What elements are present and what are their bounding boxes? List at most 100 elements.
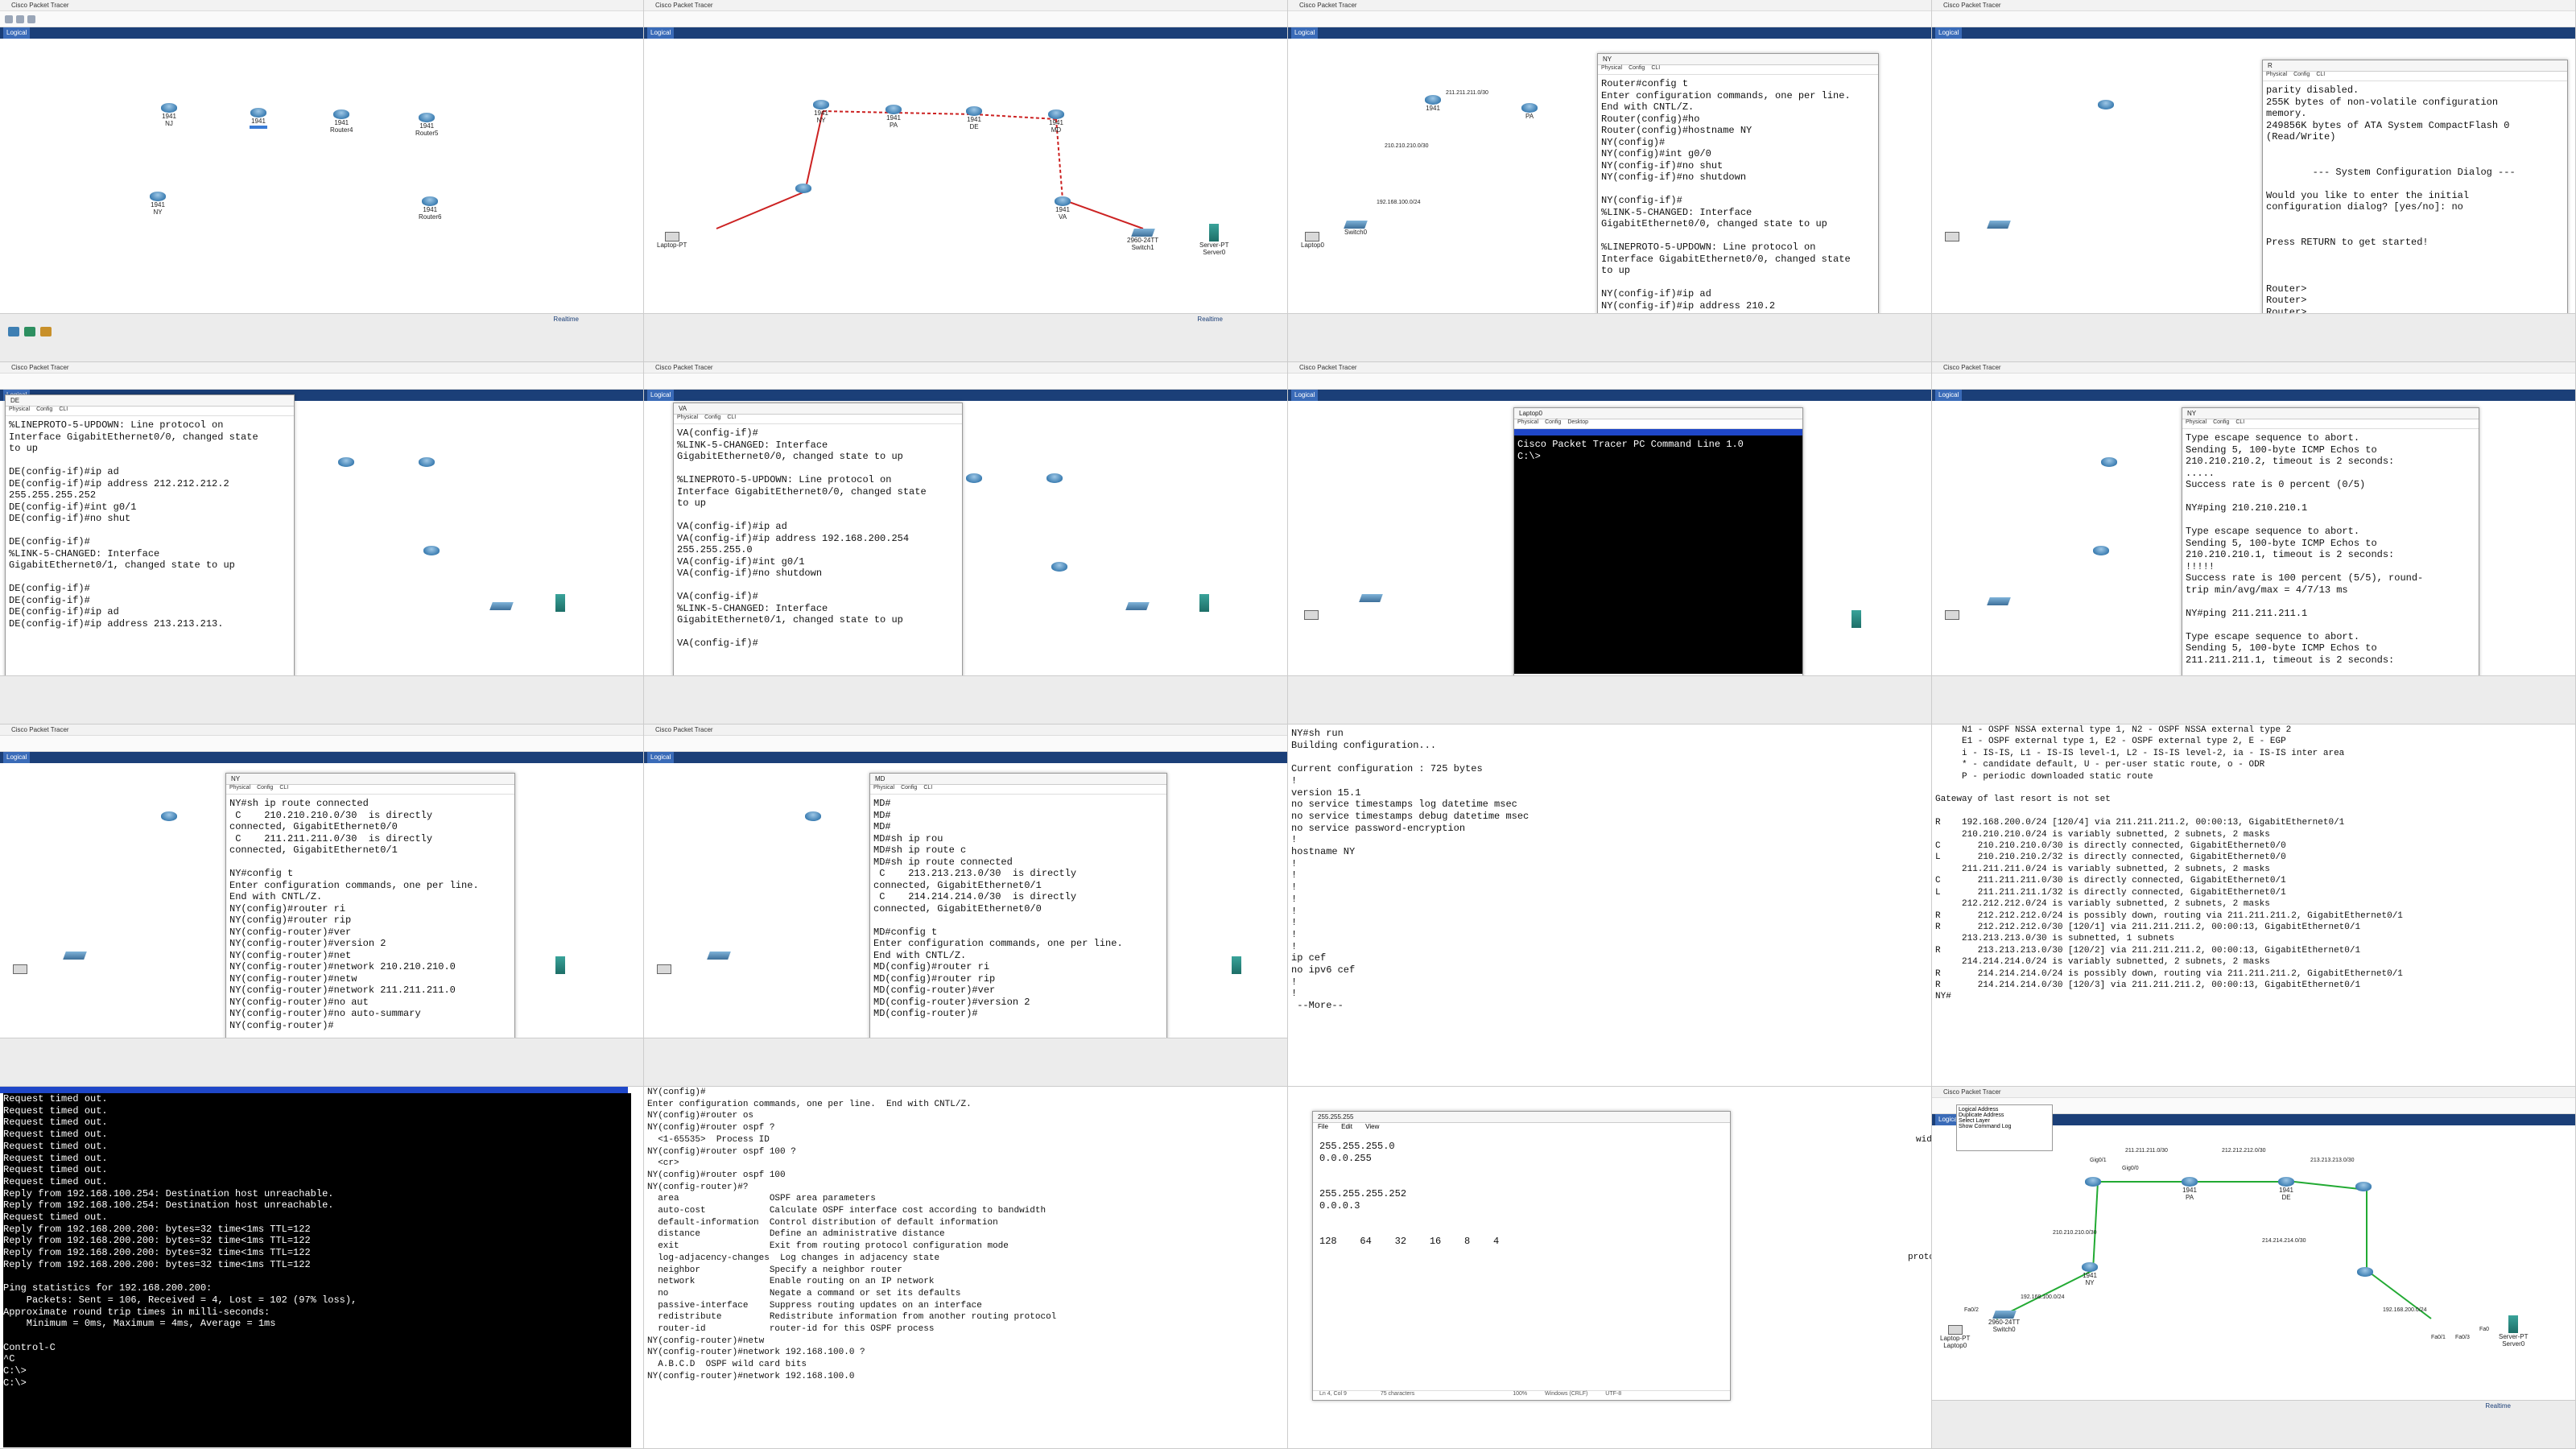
tab-cli[interactable]: CLI [923,785,932,791]
switch-node[interactable]: 2960-24TT Switch1 [1127,229,1158,251]
menu-view[interactable]: View [1365,1123,1379,1130]
router-node-de[interactable]: 1941 DE [2278,1177,2294,1201]
tab-cli[interactable]: CLI [2235,419,2244,425]
tab-config[interactable]: Config [36,407,52,412]
switch-node[interactable] [1987,221,2011,229]
tab-config[interactable]: Config [1629,65,1645,71]
router-node-ny[interactable]: 1941 NY [2082,1262,2098,1286]
router-node[interactable] [1046,473,1063,483]
router-node[interactable] [419,457,435,467]
tab-logical[interactable]: Logical [647,390,675,401]
tab-physical[interactable]: Physical [873,785,894,791]
router-cli-window[interactable]: R Physical Config CLI parity disabled. 255… [2262,60,2568,349]
router-node[interactable] [2101,457,2117,467]
router-node[interactable] [423,546,440,555]
switch-node[interactable] [489,602,514,610]
options-dropdown-menu[interactable]: Logical Address Duplicate Address Select… [1956,1104,2053,1151]
router-node[interactable]: 1941 NY [150,192,166,216]
realtime-label[interactable]: Realtime [2485,1402,2511,1410]
notepad-tab[interactable]: 255.255.255 [1313,1112,1730,1123]
tab-logical[interactable]: Logical [3,752,31,763]
laptop-node[interactable]: Laptop-PT Laptop0 [1940,1325,1970,1349]
router-cli-window[interactable]: NY Physical Config CLI Type escape sequenc… [2182,407,2479,705]
router-node[interactable] [2093,546,2109,555]
cli-output[interactable]: VA(config-if)# %LINK-5-CHANGED: Interfac… [674,424,962,690]
router-node[interactable]: 1941 [1425,95,1441,112]
tab-physical[interactable]: Physical [2266,72,2287,77]
switch-node[interactable] [707,952,731,960]
cli-output[interactable]: parity disabled. 255K bytes of non-volat… [2263,81,2567,339]
server-node[interactable] [1232,956,1241,974]
tab-physical[interactable]: Physical [229,785,250,791]
router-node-md[interactable]: 1941 MD [1048,109,1064,134]
cli-output[interactable]: MD# MD# MD# MD#sh ip rou MD#sh ip route … [870,795,1166,1060]
workspace[interactable]: 1941 NY 1941 PA 1941 DE 1941 MD 1941 VA 2960-… [644,39,1287,314]
tab-config[interactable]: Config [2213,419,2229,425]
cli-output[interactable]: N1 - OSPF NSSA external type 1, N2 - OSP… [1935,724,2571,1063]
tab-physical[interactable]: Physical [1517,419,1538,425]
tab-logical[interactable]: Logical [647,752,675,763]
router-node-de[interactable]: 1941 DE [966,106,982,130]
server-node[interactable] [555,594,565,612]
tab-logical[interactable]: Logical [1291,390,1319,401]
tab-logical[interactable]: Logical [1935,390,1963,401]
router-node[interactable] [338,457,354,467]
tab-cli[interactable]: CLI [279,785,288,791]
switch-node[interactable] [1359,594,1383,602]
tab-config[interactable]: Config [257,785,273,791]
router-node-pa[interactable]: 1941 PA [886,105,902,129]
menu-file[interactable]: File [1318,1123,1328,1130]
cli-output[interactable]: Type escape sequence to abort. Sending 5… [2182,429,2479,695]
router-node[interactable] [2355,1182,2372,1191]
tab-physical[interactable]: Physical [9,407,30,412]
workspace[interactable]: 1941 NJ 1941 1941 Router4 1941 Router5 1941… [0,39,643,314]
tab-config[interactable]: Config [1545,419,1561,425]
cli-output[interactable]: %LINEPROTO-5-UPDOWN: Line protocol on In… [6,416,294,698]
tab-logical[interactable]: Logical [647,27,675,39]
router-category-icon[interactable] [8,327,19,336]
laptop-node[interactable] [1945,610,1959,620]
tab-cli[interactable]: CLI [2316,72,2325,77]
tab-physical[interactable]: Physical [2186,419,2207,425]
realtime-label[interactable]: Realtime [1197,316,1223,323]
save-icon[interactable] [27,15,35,23]
tab-cli[interactable]: CLI [1651,65,1660,71]
router-node[interactable]: 1941 Router5 [415,113,438,137]
menu-item[interactable]: Duplicate Address [1959,1113,2050,1118]
menu-item[interactable]: Show Command Log [1959,1124,2050,1129]
switch-node[interactable] [1987,597,2011,605]
router-node[interactable]: 1941 Router6 [419,196,441,221]
router-cli-window[interactable]: VA Physical Config CLI VA(config-if)# %LIN… [673,402,963,700]
router-node[interactable] [2098,100,2114,109]
selected-name-field[interactable] [250,126,267,129]
router-node-ny[interactable]: 1941 NY [813,100,829,124]
pc-command-window[interactable]: Laptop0 Physical Config Desktop Cisco Pack… [1513,407,1803,681]
switch-node[interactable] [63,952,87,960]
workspace[interactable]: 1941 PA 1941 DE 1941 NY 2960-24TT Switch0 La… [1932,1125,2575,1401]
switch-node[interactable] [1125,602,1150,610]
tab-cli[interactable]: CLI [59,407,68,412]
router-node[interactable] [1051,562,1067,572]
router-cli-window[interactable]: NY Physical Config CLI Router#config t Ent… [1597,53,1879,343]
switch-category-icon[interactable] [24,327,35,336]
router-node[interactable]: PA [1521,103,1538,120]
router-node[interactable] [2085,1177,2101,1187]
router-node[interactable] [2357,1267,2373,1277]
tab-config[interactable]: Config [901,785,917,791]
laptop-node[interactable]: Laptop0 [1301,232,1324,249]
cli-output[interactable]: NY#sh run Building configuration... Curr… [1291,728,1919,1066]
router-node[interactable]: 1941 Router4 [330,109,353,134]
laptop-node[interactable] [13,964,27,974]
realtime-label[interactable]: Realtime [553,316,579,323]
router-node-pa[interactable]: 1941 PA [2182,1177,2198,1201]
cli-output[interactable]: Router#config t Enter configuration comm… [1598,75,1878,332]
laptop-node[interactable] [657,964,671,974]
menu-edit[interactable]: Edit [1341,1123,1352,1130]
hub-category-icon[interactable] [40,327,52,336]
tab-physical[interactable]: Physical [1601,65,1622,71]
cli-output[interactable]: NY(config)# Enter configuration commands… [647,1087,1283,1441]
tab-physical[interactable]: Physical [677,415,698,420]
laptop-node[interactable] [1945,232,1959,242]
server-node[interactable] [1199,594,1209,612]
switch-node[interactable]: 2960-24TT Switch0 [1988,1311,2020,1333]
